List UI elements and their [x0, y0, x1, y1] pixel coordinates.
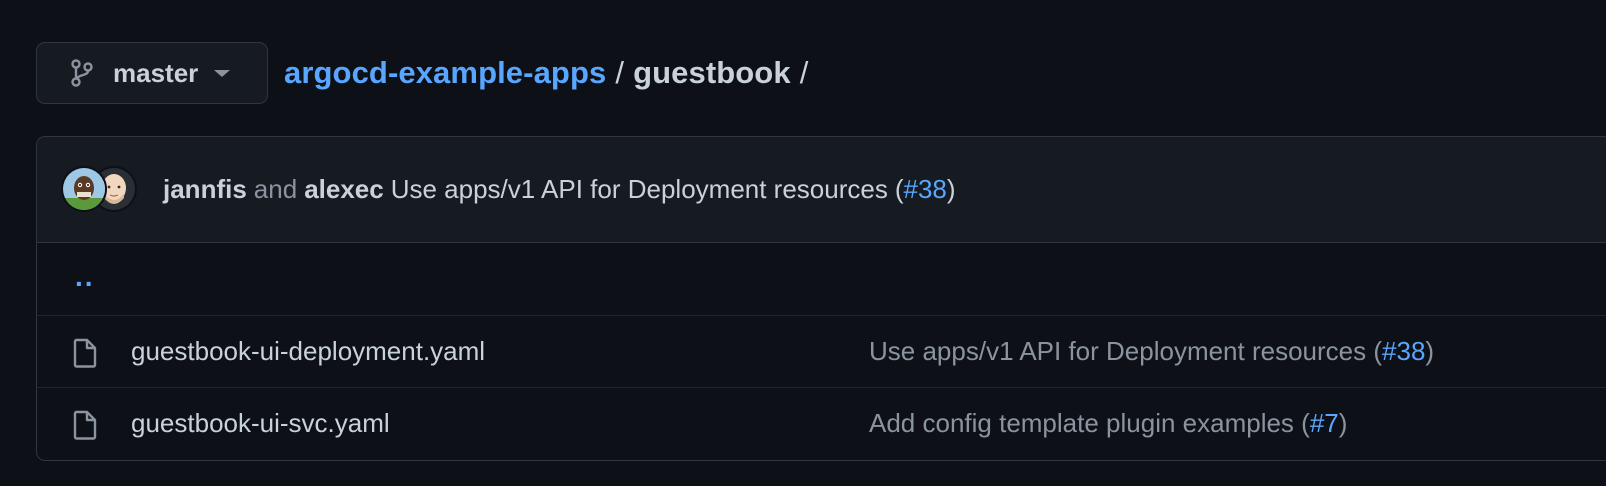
commit-close-paren: ) [946, 174, 956, 204]
avatar-jannfis[interactable] [61, 165, 107, 212]
breadcrumb-trailing-separator: / [799, 55, 809, 90]
parent-directory-row[interactable]: .. [37, 243, 1606, 315]
commit-message-link[interactable]: Use apps/v1 API for Deployment resources [391, 174, 888, 205]
file-commit-pr-link[interactable]: #38 [1382, 336, 1425, 366]
commit-author-connector: and [253, 174, 298, 204]
commit-open-paren: ( [894, 174, 904, 204]
file-icon [71, 410, 99, 445]
file-icon [71, 338, 99, 373]
repo-nav-bar: master argocd-example-apps / guestbook / [36, 42, 817, 104]
breadcrumb: argocd-example-apps / guestbook / [284, 55, 817, 91]
latest-commit-bar: jannfis and alexec Use apps/v1 API for D… [37, 137, 1606, 243]
file-commit-pr-link[interactable]: #7 [1310, 408, 1339, 438]
file-browser: jannfis and alexec Use apps/v1 API for D… [36, 136, 1606, 461]
branch-selector-button[interactable]: master [36, 42, 268, 104]
file-commit-message: Add config template plugin examples (#7) [869, 408, 1347, 439]
commit-avatars [61, 165, 151, 214]
parent-directory-link[interactable]: .. [75, 261, 95, 293]
breadcrumb-current-folder: guestbook [633, 55, 791, 90]
file-commit-message-link[interactable]: Use apps/v1 API for Deployment resources [869, 336, 1366, 366]
branch-name: master [113, 57, 199, 88]
file-row[interactable]: guestbook-ui-svc.yaml Add config templat… [37, 387, 1606, 459]
file-name-link[interactable]: guestbook-ui-svc.yaml [131, 408, 390, 439]
chevron-down-icon [214, 69, 231, 77]
file-name-link[interactable]: guestbook-ui-deployment.yaml [131, 336, 485, 367]
commit-author-1[interactable]: jannfis [163, 174, 247, 205]
file-commit-message: Use apps/v1 API for Deployment resources… [869, 336, 1434, 367]
file-commit-open-paren: ( [1301, 408, 1310, 438]
commit-pr-link[interactable]: #38 [904, 174, 947, 205]
breadcrumb-repo-link[interactable]: argocd-example-apps [284, 55, 606, 91]
file-row[interactable]: guestbook-ui-deployment.yaml Use apps/v1… [37, 315, 1606, 387]
file-commit-message-link[interactable]: Add config template plugin examples [869, 408, 1294, 438]
breadcrumb-separator: / [615, 55, 625, 90]
latest-commit-summary: jannfis and alexec Use apps/v1 API for D… [163, 174, 956, 205]
file-commit-close-paren: ) [1425, 336, 1435, 366]
file-commit-close-paren: ) [1338, 408, 1348, 438]
git-branch-icon [71, 59, 93, 87]
commit-author-2[interactable]: alexec [304, 174, 384, 205]
file-commit-open-paren: ( [1373, 336, 1383, 366]
